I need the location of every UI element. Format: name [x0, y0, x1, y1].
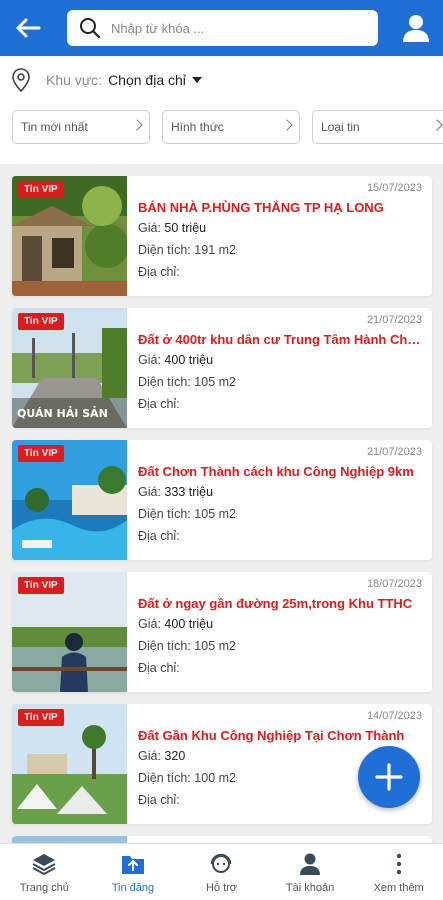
search-icon — [80, 18, 101, 39]
bottom-nav: Trang chủ Tin đăng Hỗ trợ Tài khoản Xem … — [0, 843, 443, 900]
search-input[interactable] — [111, 20, 361, 36]
listing-thumbnail: Tin VIP — [12, 572, 127, 692]
vip-badge: Tin VIP — [18, 709, 64, 726]
back-button[interactable] — [8, 8, 48, 48]
region-label: Khu vực: — [46, 72, 103, 88]
listing-price: Giá: 400 triệu — [138, 353, 214, 367]
nav-listings-label: Tin đăng — [111, 882, 155, 894]
nav-more[interactable]: Xem thêm — [354, 844, 443, 900]
listing-area: Diện tích: 105 m2 — [138, 507, 236, 521]
listing-price: Giá: 333 triệu — [138, 485, 214, 499]
listing-thumbnail: Tin VIP — [12, 176, 127, 296]
layers-icon — [32, 854, 56, 876]
vip-badge: Tin VIP — [18, 445, 64, 462]
listing-price: Giá: 320 — [138, 749, 186, 763]
filter-category-label: Loại tin — [321, 120, 360, 134]
upload-folder-icon — [121, 856, 144, 874]
listing-area: Diện tích: 105 m2 — [138, 639, 236, 653]
nav-support-label: Hỗ trợ — [205, 882, 238, 894]
user-icon — [403, 15, 429, 42]
listing-card[interactable]: Tin VIP 21/07/2023 Đất Chơn Thành cách k… — [12, 440, 432, 560]
support-agent-icon — [211, 853, 232, 873]
listing-card[interactable]: Tin VIP QUÁN HẢI SẢN 21/07/2023 Đất ở 40… — [12, 308, 432, 428]
chevron-right-icon — [281, 119, 293, 131]
filter-type[interactable]: Hình thức — [162, 110, 300, 144]
listing-thumbnail: Tin VIP QUÁN HẢI SẢN — [12, 308, 127, 428]
thumbnail-caption: QUÁN HẢI SẢN — [17, 407, 108, 420]
listing-title: Đất Chơn Thành cách khu Công Nghiệp 9km — [138, 464, 414, 479]
listing-title: Đất ở 400tr khu dân cư Trung Tâm Hành Ch… — [138, 332, 422, 347]
filter-panel: Khu vực: Chọn địa chỉ Tin mới nhất Hình … — [0, 56, 443, 164]
search-box[interactable] — [67, 10, 378, 46]
listing-price: Giá: 400 triệu — [138, 617, 214, 631]
chevron-right-icon — [431, 119, 443, 131]
region-selector[interactable]: Khu vực: Chọn địa chỉ — [12, 67, 202, 93]
nav-home[interactable]: Trang chủ — [0, 844, 89, 900]
caret-down-icon — [191, 77, 202, 83]
location-pin-icon — [12, 68, 30, 92]
listing-title: BÁN NHÀ P.HÙNG THẮNG TP HẠ LONG — [138, 200, 384, 215]
add-listing-button[interactable] — [358, 746, 420, 808]
nav-support[interactable]: Hỗ trợ — [177, 844, 266, 900]
app-header — [0, 0, 443, 56]
listing-date: 15/07/2023 — [366, 182, 422, 194]
listing-area: Diện tích: 191 m2 — [138, 243, 236, 257]
arrow-left-icon — [16, 18, 41, 38]
listing-date: 21/07/2023 — [366, 314, 422, 326]
nav-account[interactable]: Tài khoản — [266, 844, 355, 900]
listing-date: 21/07/2023 — [366, 446, 422, 458]
vip-badge: Tin VIP — [18, 181, 64, 198]
nav-home-label: Trang chủ — [19, 882, 69, 894]
account-button[interactable] — [399, 10, 433, 46]
filter-newest[interactable]: Tin mới nhất — [12, 110, 150, 144]
nav-more-label: Xem thêm — [373, 882, 424, 894]
listing-area: Diện tích: 100 m2 — [138, 771, 236, 785]
user-icon — [300, 853, 321, 875]
more-vertical-icon — [396, 853, 401, 875]
listing-thumbnail: Tin VIP — [12, 440, 127, 560]
filter-category[interactable]: Loại tin — [312, 110, 443, 144]
chevron-right-icon — [131, 119, 143, 131]
listing-card[interactable]: Tin VIP 15/07/2023 BÁN NHÀ P.HÙNG THẮNG … — [12, 176, 432, 296]
plus-icon — [375, 763, 403, 791]
filter-type-label: Hình thức — [171, 120, 224, 134]
nav-listings[interactable]: Tin đăng — [89, 844, 178, 900]
listing-address: Địa chỉ: — [138, 529, 180, 543]
listing-date: 18/07/2023 — [366, 578, 422, 590]
listing-area: Diện tích: 105 m2 — [138, 375, 236, 389]
listing-price: Giá: 50 triệu — [138, 221, 207, 235]
region-value[interactable]: Chọn địa chỉ — [108, 72, 186, 88]
listing-title: Đất Gần Khu Công Nghiệp Tại Chơn Thành — [138, 728, 405, 743]
listing-address: Địa chỉ: — [138, 265, 180, 279]
vip-badge: Tin VIP — [18, 313, 64, 330]
listing-date: 14/07/2023 — [366, 710, 422, 722]
listing-address: Địa chỉ: — [138, 793, 180, 807]
listing-address: Địa chỉ: — [138, 661, 180, 675]
nav-account-label: Tài khoản — [285, 882, 335, 894]
filter-newest-label: Tin mới nhất — [21, 120, 88, 134]
listing-title: Đất ở ngay gần đường 25m,trong Khu TTHC — [138, 596, 413, 611]
listing-address: Địa chỉ: — [138, 397, 180, 411]
vip-badge: Tin VIP — [18, 577, 64, 594]
listing-thumbnail: Tin VIP — [12, 704, 127, 824]
listing-card[interactable]: Tin VIP 18/07/2023 Đất ở ngay gần đường … — [12, 572, 432, 692]
